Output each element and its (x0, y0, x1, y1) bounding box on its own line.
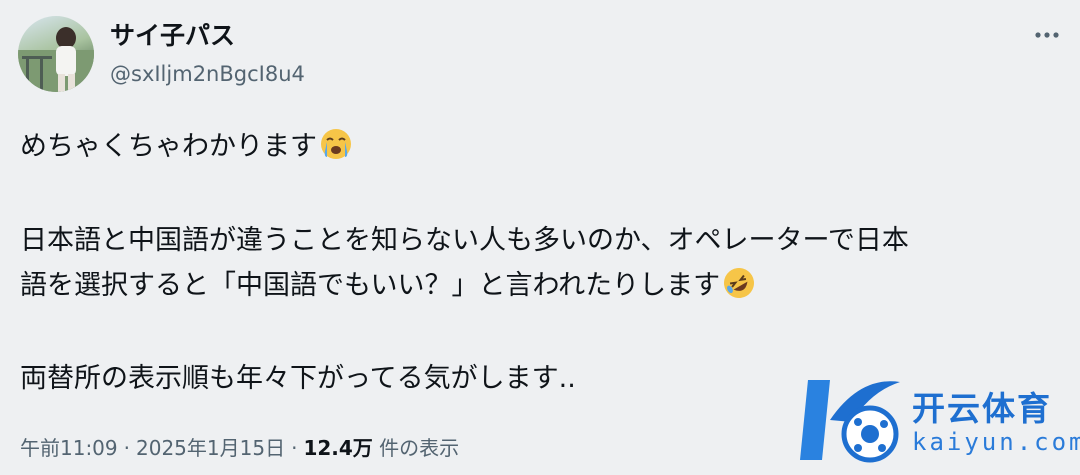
post-text: 語を選択すると「中国語でもいい？」と言われたりします (20, 270, 721, 301)
author-display-name[interactable]: サイ子パス (110, 20, 235, 52)
post-text: めちゃくちゃわかります (20, 131, 317, 162)
post-time[interactable]: 午前11:09 (20, 436, 118, 460)
avatar[interactable] (18, 16, 94, 92)
more-options-icon[interactable] (1030, 18, 1064, 52)
watermark-brand-cn: 开云体育 (912, 389, 1052, 428)
watermark: 开云体育 kaiyun.com (800, 372, 1080, 468)
post-text-line-2b: 語を選択すると「中国語でもいい？」と言われたりします (20, 263, 756, 314)
view-label: 件の表示 (379, 436, 460, 460)
author-handle[interactable]: @sxIljm2nBgcI8u4 (110, 60, 305, 88)
watermark-logo-icon (800, 380, 900, 463)
watermark-brand-en: kaiyun.com (912, 428, 1080, 456)
view-count: 12.4万 (303, 436, 373, 460)
post-meta: 午前11:09 · 2025年1月15日 · 12.4万 件の表示 (20, 436, 460, 460)
post-date[interactable]: 2025年1月15日 (136, 436, 285, 460)
post-text-line-3: 両替所の表示順も年々下がってる気がします.. (20, 363, 576, 394)
post-text-line-2a: 日本語と中国語が違うことを知らない人も多いのか、オペレーターで日本 (20, 225, 909, 256)
post-text-line-1: めちゃくちゃわかります (20, 124, 353, 175)
loudly-crying-face-icon (319, 127, 353, 175)
rolling-on-floor-laughing-icon (722, 266, 756, 314)
